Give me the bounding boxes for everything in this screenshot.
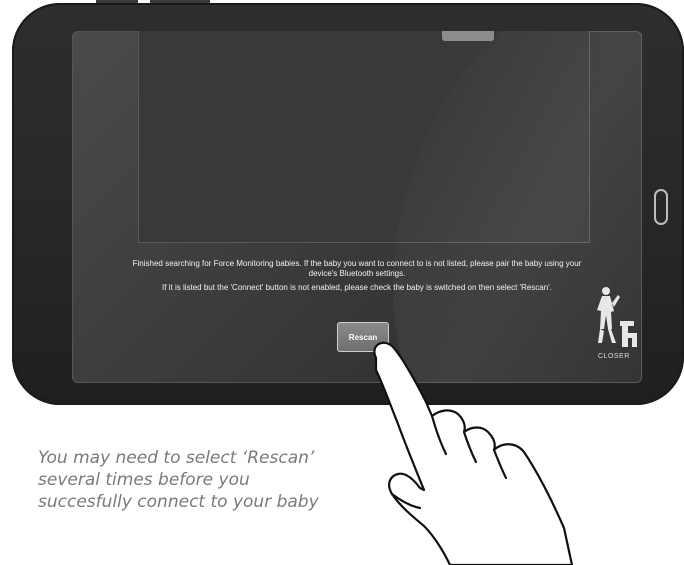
search-finished-message: Finished searching for Force Monitoring … [92, 259, 622, 279]
device-list-panel [138, 31, 590, 243]
rescan-hint-message: If it is listed but the 'Connect' button… [162, 283, 552, 292]
instruction-illustration: Finished searching for Force Monitoring … [0, 0, 684, 565]
message-line-1: Finished searching for Force Monitoring … [132, 259, 582, 268]
message-line-1b: device's Bluetooth settings. [308, 269, 406, 278]
pointing-hand-icon [373, 341, 574, 565]
panel-tab [442, 31, 494, 41]
home-button-icon [654, 189, 668, 225]
